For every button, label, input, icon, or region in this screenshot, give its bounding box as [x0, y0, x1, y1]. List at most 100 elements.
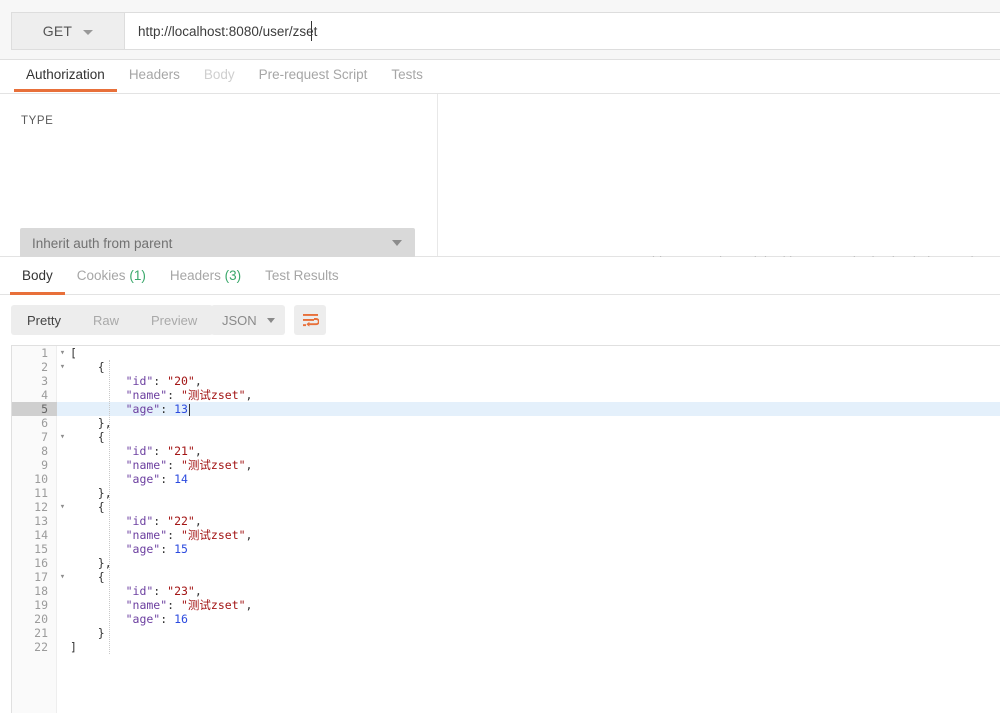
request-tab-authorization[interactable]: Authorization [14, 60, 117, 92]
view-mode-segmented-control: Pretty Raw Preview [11, 305, 214, 335]
fold-toggle-icon[interactable]: ▾ [57, 360, 68, 374]
code-text: { [98, 500, 105, 514]
code-line[interactable]: 14 "name": "测试zset", [12, 528, 1000, 542]
url-input[interactable] [125, 13, 1000, 49]
code-line[interactable]: 16}, [12, 556, 1000, 570]
auth-type-value: Inherit auth from parent [32, 235, 173, 251]
code-token: { [97, 360, 105, 374]
code-line[interactable]: 15 "age": 15 [12, 542, 1000, 556]
code-line[interactable]: 19 "name": "测试zset", [12, 598, 1000, 612]
response-tab-cookies[interactable]: Cookies (1) [65, 257, 158, 294]
wrap-lines-button[interactable] [294, 305, 326, 335]
code-text: "age": 13 [126, 402, 188, 416]
code-text: ] [70, 640, 77, 654]
line-number: 1 [41, 346, 48, 360]
code-text: "name": "测试zset", [126, 598, 253, 612]
code-line[interactable]: 20 "age": 16 [12, 612, 1000, 626]
code-line[interactable]: 22] [12, 640, 1000, 654]
code-token: { [97, 500, 105, 514]
chevron-down-icon [267, 318, 275, 323]
code-line[interactable]: 8 "id": "21", [12, 444, 1000, 458]
fold-toggle-icon[interactable]: ▾ [57, 346, 68, 360]
chevron-down-icon [83, 29, 94, 35]
code-token: "测试zset" [181, 598, 246, 612]
line-number: 5 [12, 402, 57, 416]
code-line[interactable]: 3 "id": "20", [12, 374, 1000, 388]
response-language-select[interactable]: JSON [211, 305, 285, 335]
code-line[interactable]: 1 ▾[ [12, 346, 1000, 360]
code-text: { [98, 430, 105, 444]
code-token: , [245, 528, 253, 542]
code-token: : [153, 444, 168, 458]
code-line[interactable]: 5 "age": 13 [12, 402, 1000, 416]
fold-toggle-icon[interactable]: ▾ [57, 570, 68, 584]
code-token: 14 [174, 472, 188, 486]
code-token: { [97, 430, 105, 444]
code-text: "age": 16 [126, 612, 188, 626]
code-line[interactable]: 18 "id": "23", [12, 584, 1000, 598]
auth-type-label: TYPE [21, 115, 54, 127]
code-token: "测试zset" [181, 458, 246, 472]
fold-toggle-icon[interactable]: ▾ [57, 500, 68, 514]
request-tab-body[interactable]: Body [192, 60, 247, 91]
line-number: 17 [34, 570, 48, 584]
code-token: : [153, 374, 168, 388]
http-method-select[interactable]: GET [11, 12, 124, 50]
response-tab-headers[interactable]: Headers (3) [158, 257, 253, 294]
headers-count-badge: (3) [224, 268, 242, 283]
auth-type-select[interactable]: Inherit auth from parent [20, 228, 415, 258]
code-line[interactable]: 12 ▾ { [12, 500, 1000, 514]
response-body-editor[interactable]: 1 ▾[2 ▾{3 "id": "20", 4 "name": "测试zset", 5 "ag… [11, 345, 1000, 713]
line-number: 14 [34, 528, 48, 542]
code-line[interactable]: 2 ▾ { [12, 360, 1000, 374]
code-token: ] [70, 640, 77, 654]
code-token: "name" [125, 598, 168, 612]
line-number: 19 [34, 598, 48, 612]
fold-toggle-icon[interactable]: ▾ [57, 430, 68, 444]
code-line[interactable]: 13 "id": "22", [12, 514, 1000, 528]
url-input-wrapper[interactable] [124, 12, 1000, 50]
code-token: "23" [167, 584, 195, 598]
code-token: , [245, 598, 253, 612]
code-lines-container[interactable]: 1 ▾[2 ▾{3 "id": "20", 4 "name": "测试zset", 5 "ag… [12, 346, 1000, 654]
code-token: : [153, 584, 168, 598]
code-line[interactable]: 4 "name": "测试zset", [12, 388, 1000, 402]
code-line[interactable]: 7 ▾ { [12, 430, 1000, 444]
response-tab-test-results[interactable]: Test Results [253, 257, 351, 294]
code-line[interactable]: 9 "name": "测试zset", [12, 458, 1000, 472]
request-tab-tests[interactable]: Tests [379, 60, 435, 91]
code-token: , [245, 458, 253, 472]
chevron-down-icon [392, 240, 402, 246]
code-token: "name" [125, 458, 168, 472]
line-number: 2 [41, 360, 48, 374]
response-tab-headers-label: Headers [169, 268, 221, 283]
line-number: 3 [41, 374, 48, 388]
request-tab-prerequest-script[interactable]: Pre-request Script [247, 60, 380, 91]
code-token: "age" [125, 472, 161, 486]
http-method-label: GET [42, 23, 73, 39]
view-mode-pretty[interactable]: Pretty [11, 305, 77, 335]
code-token: "id" [125, 514, 154, 528]
code-token: "age" [125, 402, 161, 416]
code-text: "name": "测试zset", [126, 388, 253, 402]
code-token: : [167, 458, 181, 472]
line-number: 9 [41, 458, 48, 472]
view-mode-raw[interactable]: Raw [77, 305, 135, 335]
code-text: "id": "22", [126, 514, 202, 528]
authorization-panel: TYPE Inherit auth from parent The author… [0, 94, 1000, 311]
request-tab-headers[interactable]: Headers [117, 60, 192, 91]
view-mode-preview[interactable]: Preview [135, 305, 213, 335]
code-line[interactable]: 6}, [12, 416, 1000, 430]
code-line[interactable]: 17 ▾ { [12, 570, 1000, 584]
code-text: { [98, 360, 105, 374]
code-token: 13 [174, 402, 188, 416]
code-line[interactable]: 11}, [12, 486, 1000, 500]
code-line[interactable]: 10 "age": 14 [12, 472, 1000, 486]
response-tab-body[interactable]: Body [10, 257, 65, 295]
code-line[interactable]: 21} [12, 626, 1000, 640]
line-number: 7 [41, 430, 48, 444]
code-token: : [153, 514, 168, 528]
line-number: 21 [34, 626, 48, 640]
code-token: "id" [125, 584, 154, 598]
line-number: 11 [34, 486, 48, 500]
